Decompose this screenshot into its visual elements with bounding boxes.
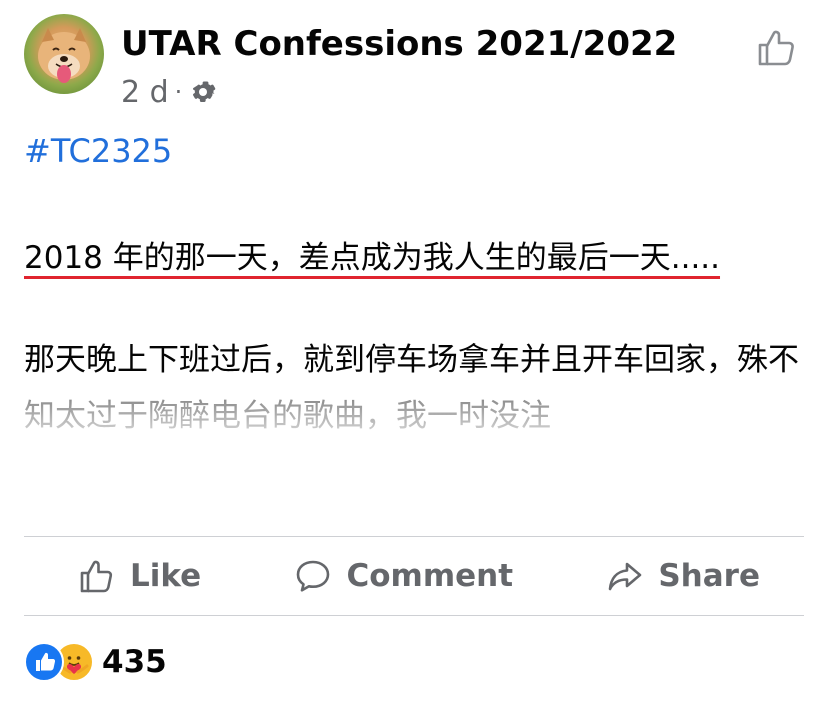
thumbs-up-outline-icon[interactable] xyxy=(754,26,798,70)
meta-separator: · xyxy=(174,78,183,106)
gear-icon[interactable] xyxy=(188,77,218,107)
post-header: UTAR Confessions 2021/2022 2 d · xyxy=(24,14,804,110)
comment-label: Comment xyxy=(346,558,514,594)
comment-button[interactable]: Comment xyxy=(294,557,513,595)
page-name[interactable]: UTAR Confessions 2021/2022 xyxy=(121,24,677,64)
comment-icon xyxy=(297,560,330,592)
reaction-summary[interactable]: 435 xyxy=(24,640,167,684)
post-action-bar: Like Comment Share xyxy=(24,537,804,615)
page-avatar[interactable] xyxy=(24,14,104,94)
share-icon xyxy=(609,562,642,591)
post-paragraph-2-text: 那天晚上下班过后，就到停车场拿车并且开车回家，殊不知太过于陶醉电台的歌曲，我一时… xyxy=(24,342,799,434)
reaction-count: 435 xyxy=(102,644,167,680)
post-body: #TC2325 2018 年的那一天，差点成为我人生的最后一天..... 那天晚… xyxy=(24,126,804,444)
divider-bottom xyxy=(24,615,804,616)
share-label: Share xyxy=(658,558,760,594)
dog-avatar-image xyxy=(38,28,90,83)
share-button[interactable]: Share xyxy=(606,557,760,595)
post-meta: 2 d · xyxy=(121,72,218,112)
post-hashtag[interactable]: #TC2325 xyxy=(24,126,804,176)
underlined-text: 2018 年的那一天，差点成为我人生的最后一天..... xyxy=(24,240,721,276)
post-paragraph-1: 2018 年的那一天，差点成为我人生的最后一天..... xyxy=(24,230,804,286)
post-paragraph-2[interactable]: 那天晚上下班过后，就到停车场拿车并且开车回家，殊不知太过于陶醉电台的歌曲，我一时… xyxy=(24,332,804,444)
like-icon xyxy=(80,560,113,593)
like-label: Like xyxy=(130,558,202,594)
like-button[interactable]: Like xyxy=(78,557,201,595)
post-timestamp[interactable]: 2 d xyxy=(121,75,169,110)
like-reaction-icon xyxy=(24,642,64,682)
